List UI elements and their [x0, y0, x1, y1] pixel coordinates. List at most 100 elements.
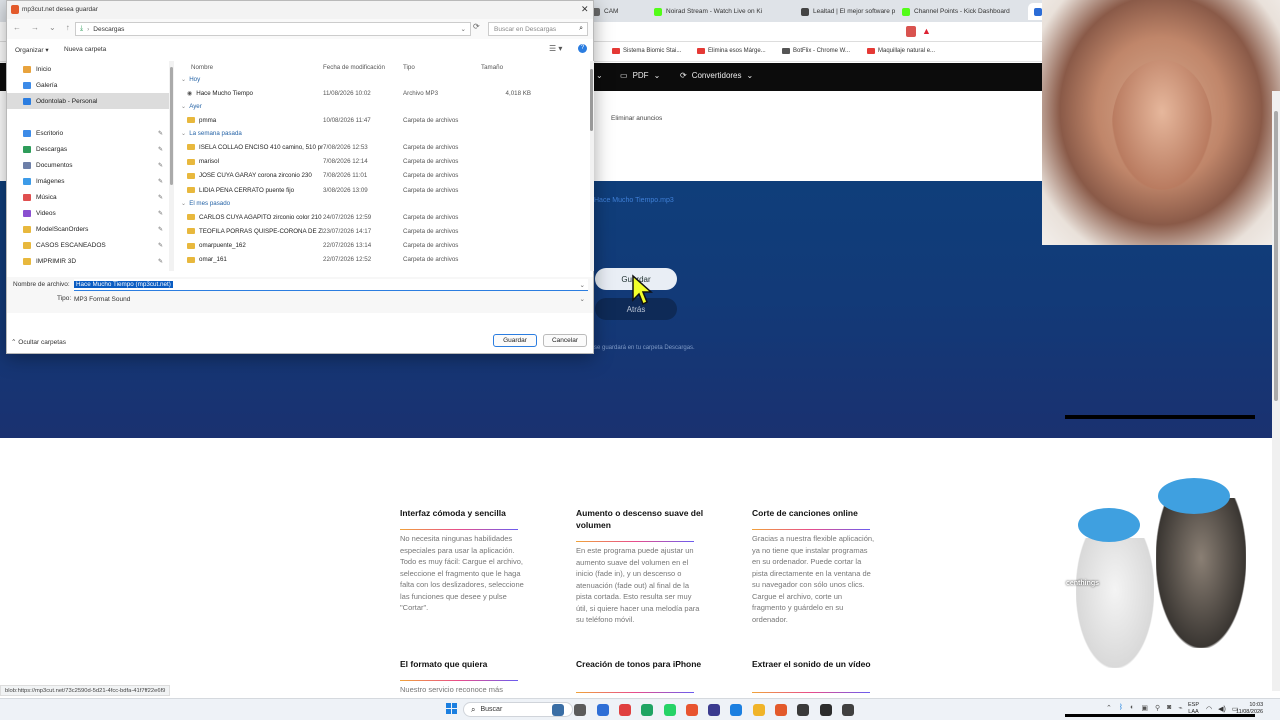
file-row[interactable]: TEOFILA PORRAS QUISPE-CORONA DE ZIRC...2… — [177, 224, 587, 238]
app-icon[interactable] — [819, 704, 832, 716]
edge-icon[interactable] — [730, 704, 743, 716]
chevron-down-icon: ⌄ — [746, 71, 754, 80]
tab-label: Lealtad | El mejor software para y — [813, 8, 895, 15]
column-type[interactable]: Tipo — [403, 64, 481, 71]
dialog-toolbar: ← → ⌄ ↑ ⤓ › Descargas ⌄ ⟳ Buscar en Descarg… — [7, 19, 593, 39]
file-row[interactable]: omarpuente_162 22/07/2026 13:14 Carpeta de… — [177, 239, 587, 253]
chevron-down-icon[interactable]: ⌄ — [580, 295, 585, 303]
path-input[interactable]: ⤓ › Descargas ⌄ — [75, 22, 471, 36]
nav-arrows[interactable]: ← → ⌄ ↑ — [13, 23, 70, 32]
folder-icon — [187, 117, 195, 124]
tray-status-icons[interactable]: ◠ ◀) ▭ — [1206, 705, 1238, 713]
white-cat-image — [1076, 538, 1154, 668]
system-tray[interactable]: ⌃ ᛒ ◐ ▣ ⚲ ◙ ⌁ — [1106, 704, 1183, 712]
file-row[interactable]: JOSE CUYA GARAY corona zirconio 230 7/08/… — [177, 169, 587, 183]
file-row[interactable]: LIDIA PEÑA CERRATO puente fijo 3/08/2026 … — [177, 183, 587, 197]
file-group-header[interactable]: ⌄ Hoy — [177, 73, 587, 86]
nav-chevron[interactable]: ⌄ — [596, 71, 603, 80]
sidebar-item[interactable]: Inicio — [7, 61, 169, 77]
sidebar-item[interactable]: Descargas ✎ — [7, 141, 169, 157]
file-group-header[interactable]: ⌄ El mes pasado — [177, 197, 587, 210]
browser-tab[interactable]: Channel Points - Kick Dashboard — [896, 3, 1016, 20]
whatsapp-icon[interactable] — [663, 704, 676, 716]
bookmark-item[interactable]: Sistema Biomic Stai... — [612, 48, 681, 54]
feature-title: Aumento o descenso suave del volumen — [576, 508, 704, 530]
organize-button[interactable]: Organizar ▾ — [15, 46, 49, 54]
folder-icon[interactable] — [752, 704, 765, 716]
filename-input[interactable]: Hace Mucho Tiempo (mp3cut.net) ⌄ — [74, 279, 588, 291]
bookmark-item[interactable]: Maquillaje natural e... — [867, 48, 935, 54]
new-folder-button[interactable]: Nueva carpeta — [64, 46, 106, 53]
type-select[interactable]: MP3 Format Sound ⌄ — [74, 293, 588, 305]
app-icon[interactable] — [841, 704, 854, 716]
list-scrollbar[interactable] — [590, 61, 594, 271]
file-name: marisol — [199, 158, 219, 166]
file-group-header[interactable]: ⌄ La semana pasada — [177, 127, 587, 140]
sidebar-item[interactable]: Odontolab - Personal — [7, 93, 169, 109]
sidebar-item[interactable]: ModelScanOrders ✎ — [7, 221, 169, 237]
dialog-cancel-button[interactable]: Cancelar — [543, 334, 587, 347]
sidebar-item[interactable]: Documentos ✎ — [7, 157, 169, 173]
chevron-down-icon: ⌄ — [181, 200, 187, 208]
feature-body: No necesita ningunas habilidades especia… — [400, 534, 524, 612]
app-icon[interactable] — [618, 704, 631, 716]
app-icon[interactable] — [552, 704, 564, 716]
column-size[interactable]: Tamaño — [481, 64, 531, 71]
file-type-cell: Carpeta de archivos — [403, 186, 459, 194]
app-icon[interactable] — [797, 704, 810, 716]
view-options-icon[interactable]: ☰ ▾ — [549, 44, 562, 53]
chrome-icon[interactable] — [596, 704, 609, 716]
file-name-cell: LIDIA PEÑA CERRATO puente fijo — [177, 187, 323, 194]
sidebar-item[interactable]: Música ✎ — [7, 189, 169, 205]
brave-shield-icon[interactable] — [906, 26, 916, 37]
alert-triangle-icon[interactable]: ▲ — [922, 26, 931, 36]
forward-arrow-icon[interactable]: → — [31, 23, 39, 32]
path-current: Descargas — [93, 25, 125, 33]
chevron-down-icon[interactable]: ⌄ — [461, 25, 466, 33]
file-row[interactable]: ISELA COLLAO ENCISO 410 camino, 510 pre.… — [177, 140, 587, 154]
file-row[interactable]: ◉ Hace Mucho Tiempo 11/08/2026 10:02 Archiv… — [177, 86, 587, 100]
sidebar-item-label: Odontolab - Personal — [36, 97, 98, 105]
dialog-save-button[interactable]: Guardar — [493, 334, 537, 347]
column-date[interactable]: Fecha de modificación — [323, 64, 403, 71]
hide-folders-toggle[interactable]: ⌃ Ocultar carpetas — [11, 338, 66, 346]
sidebar-scrollbar[interactable] — [169, 61, 174, 271]
windows-start-icon[interactable] — [446, 703, 457, 714]
brave-icon[interactable] — [775, 704, 787, 716]
chevron-down-icon[interactable]: ⌄ — [580, 281, 585, 289]
file-explorer-icon[interactable] — [574, 704, 587, 716]
column-name[interactable]: Nombre — [177, 64, 323, 71]
app-icon[interactable] — [685, 704, 698, 716]
page-scrollbar[interactable] — [1272, 91, 1280, 691]
bookmark-item[interactable]: Elimina esos Márge... — [697, 48, 766, 54]
browser-tab[interactable]: Lealtad | El mejor software para y — [795, 3, 895, 20]
file-group-header[interactable]: ⌄ Ayer — [177, 100, 587, 113]
nav-pdf[interactable]: ▭ PDF ⌄ — [620, 71, 660, 80]
sidebar-item[interactable]: Galería — [7, 77, 169, 93]
sidebar-item[interactable]: IMPRIMIR 3D ✎ — [7, 253, 169, 269]
sidebar-item[interactable]: CASOS ESCANEADOS ✎ — [7, 237, 169, 253]
sidebar-item[interactable]: Escritorio ✎ — [7, 125, 169, 141]
sidebar-item[interactable]: Videos ✎ — [7, 205, 169, 221]
app-icon[interactable] — [708, 704, 721, 716]
file-name-cell: omar_161 — [177, 256, 323, 263]
nav-converters[interactable]: ⟳ Convertidores ⌄ — [680, 71, 753, 80]
app-icon[interactable] — [641, 704, 654, 716]
file-name: omarpuente_162 — [199, 242, 246, 250]
folder-icon — [187, 144, 195, 151]
file-row[interactable]: marisol 7/08/2026 12:14 Carpeta de archivo… — [177, 155, 587, 169]
sidebar-item[interactable]: Imágenes ✎ — [7, 173, 169, 189]
search-input[interactable]: Buscar en Descargas ⌕ — [488, 22, 588, 36]
up-arrow-icon[interactable]: ↑ — [66, 23, 70, 32]
chevron-down-icon[interactable]: ⌄ — [49, 23, 56, 32]
close-icon[interactable]: ✕ — [581, 4, 589, 15]
back-arrow-icon[interactable]: ← — [13, 23, 21, 32]
file-row[interactable]: CARLOS CUYA AGAPITO zirconio color 210 24… — [177, 210, 587, 224]
file-row[interactable]: omar_161 22/07/2026 12:52 Carpeta de archi… — [177, 253, 587, 267]
browser-tab[interactable]: Noirad Stream - Watch Live on Ki — [648, 3, 788, 20]
help-icon[interactable]: ? — [578, 44, 587, 53]
refresh-icon[interactable]: ⟳ — [473, 22, 480, 31]
bookmark-item[interactable]: BotFlix - Chrome W... — [782, 48, 850, 54]
remove-ads-link[interactable]: Eliminar anuncios — [605, 113, 668, 124]
file-row[interactable]: pmma 10/08/2026 11:47 Carpeta de archivos — [177, 113, 587, 127]
